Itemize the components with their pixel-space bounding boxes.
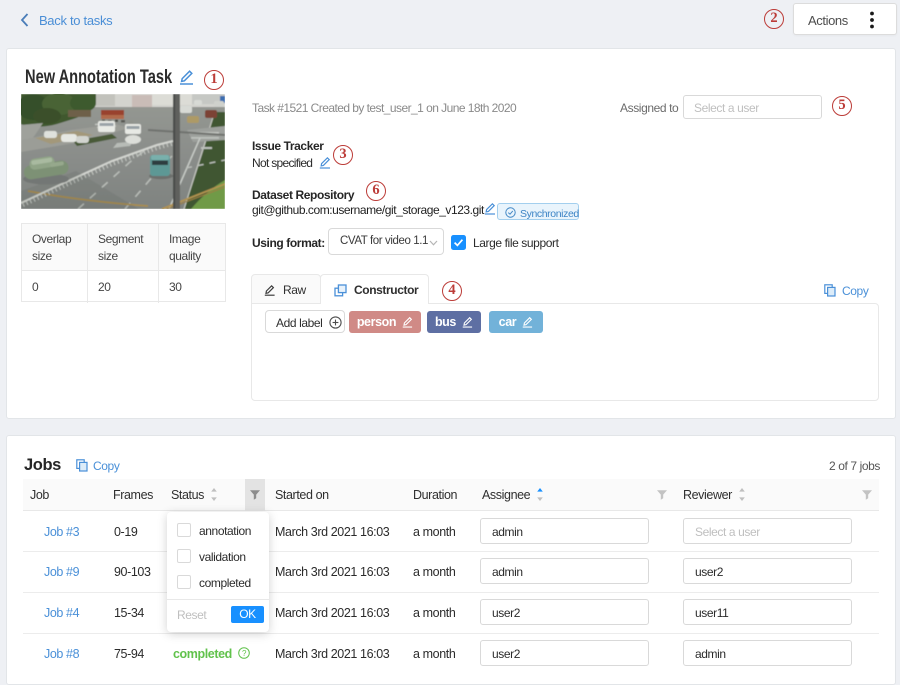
svg-text:?: ? — [242, 649, 247, 658]
